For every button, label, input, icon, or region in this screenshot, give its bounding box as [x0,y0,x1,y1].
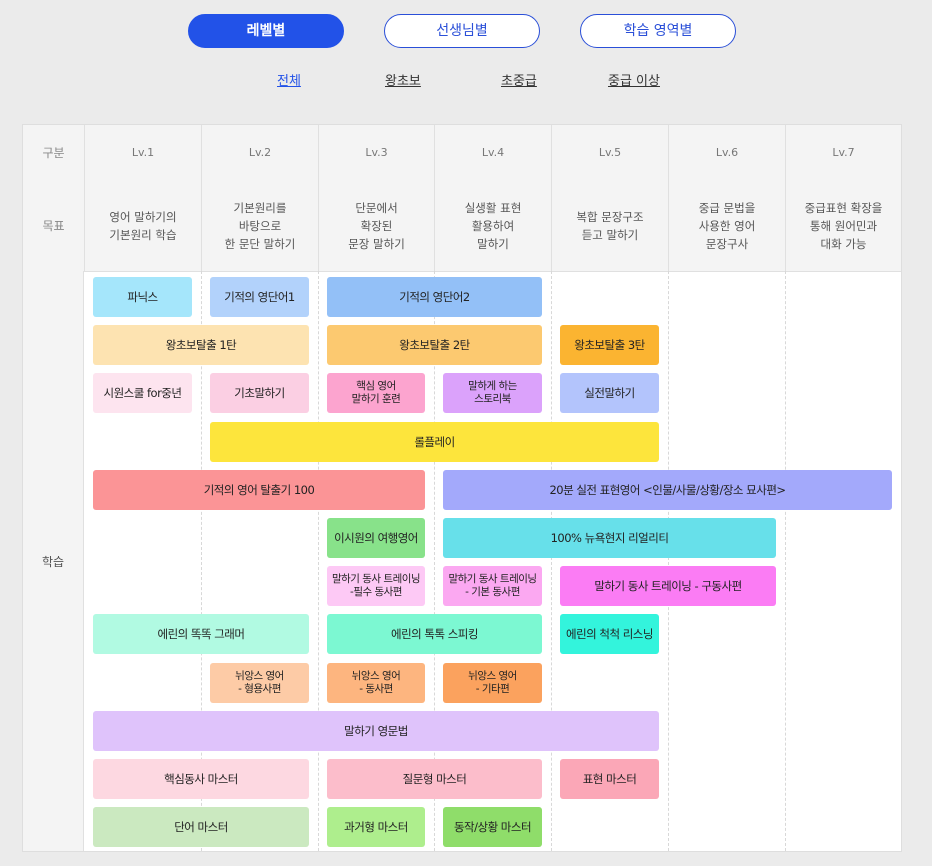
course-bar[interactable]: 에린의 똑똑 그래머 [93,614,309,654]
course-bar[interactable]: 왕초보탈출 2탄 [327,325,542,365]
course-bar[interactable]: 이시원의 여행영어 [327,518,425,558]
course-bar[interactable]: 뉘앙스 영어 - 동사편 [327,663,425,703]
course-bar[interactable]: 핵심동사 마스터 [93,759,309,799]
course-bar[interactable]: 질문형 마스터 [327,759,542,799]
curriculum-table: 구분 Lv.1 Lv.2 Lv.3 Lv.4 Lv.5 Lv.6 Lv.7 목표… [22,124,902,852]
course-bar[interactable]: 시원스쿨 for중년 [93,373,192,413]
course-bar[interactable]: 동작/상황 마스터 [443,807,542,847]
course-bar[interactable]: 에린의 척척 리스닝 [560,614,659,654]
level-tabs: 레벨별 선생님별 학습 영역별 [0,14,932,50]
course-bar[interactable]: 100% 뉴욕현지 리얼리티 [443,518,776,558]
column-divider [318,271,319,851]
goal-cell: 기본원리를 바탕으로 한 문단 말하기 [201,180,318,271]
tab-by-level[interactable]: 레벨별 [188,14,344,48]
course-bar[interactable]: 단어 마스터 [93,807,309,847]
course-bar[interactable]: 롤플레이 [210,422,659,462]
course-bar[interactable]: 말하기 동사 트레이닝 - 구동사편 [560,566,776,606]
level-header: Lv.2 [201,125,318,180]
course-bar[interactable]: 핵심 영어 말하기 훈련 [327,373,425,413]
course-bar[interactable]: 기초말하기 [210,373,309,413]
level-header: Lv.6 [668,125,785,180]
goal-cell: 단문에서 확장된 문장 말하기 [318,180,434,271]
learning-label: 학습 [23,271,84,851]
course-bar[interactable]: 파닉스 [93,277,192,317]
filter-elementary[interactable]: 초중급 [501,70,537,89]
course-bar[interactable]: 에린의 톡톡 스피킹 [327,614,542,654]
level-header: Lv.7 [785,125,901,180]
level-header: Lv.4 [434,125,551,180]
goal-cell: 중급표현 확장을 통해 원어민과 대화 가능 [785,180,901,271]
course-bar[interactable]: 말하기 동사 트레이닝 - 기본 동사편 [443,566,542,606]
level-header-row: 구분 Lv.1 Lv.2 Lv.3 Lv.4 Lv.5 Lv.6 Lv.7 [23,125,901,181]
goal-cell: 영어 말하기의 기본원리 학습 [84,180,201,271]
course-bar[interactable]: 과거형 마스터 [327,807,425,847]
course-bar[interactable]: 기적의 영단어2 [327,277,542,317]
column-divider [668,271,669,851]
level-filter: 전체 왕초보 초중급 중급 이상 [0,70,932,94]
course-bar[interactable]: 기적의 영단어1 [210,277,309,317]
column-divider [551,271,552,851]
course-bar[interactable]: 뉘앙스 영어 - 형용사편 [210,663,309,703]
course-bar[interactable]: 뉘앙스 영어 - 기타편 [443,663,542,703]
goal-cell: 실생활 표현 활용하여 말하기 [434,180,551,271]
filter-intermediate-up[interactable]: 중급 이상 [608,70,660,89]
tab-by-area[interactable]: 학습 영역별 [580,14,736,48]
course-bar[interactable]: 왕초보탈출 1탄 [93,325,309,365]
course-bar[interactable]: 표현 마스터 [560,759,659,799]
goal-label: 목표 [42,218,65,233]
course-bar[interactable]: 실전말하기 [560,373,659,413]
row-header-label: 구분 [42,145,65,160]
course-bar[interactable]: 왕초보탈출 3탄 [560,325,659,365]
level-header: Lv.5 [551,125,668,180]
filter-all[interactable]: 전체 [277,70,301,89]
level-header: Lv.3 [318,125,434,180]
goal-cell: 복합 문장구조 듣고 말하기 [551,180,668,271]
course-bar[interactable]: 말하기 동사 트레이닝 -필수 동사편 [327,566,425,606]
goal-row: 목표 영어 말하기의 기본원리 학습 기본원리를 바탕으로 한 문단 말하기 단… [23,180,901,272]
course-bar[interactable]: 말하게 하는 스토리북 [443,373,542,413]
tab-by-teacher[interactable]: 선생님별 [384,14,540,48]
course-bar[interactable]: 말하기 영문법 [93,711,659,751]
course-bar[interactable]: 기적의 영어 탈출기 100 [93,470,425,510]
level-header: Lv.1 [84,125,201,180]
goal-cell: 중급 문법을 사용한 영어 문장구사 [668,180,785,271]
column-divider [785,271,786,851]
filter-beginner[interactable]: 왕초보 [385,70,421,89]
course-bar[interactable]: 20분 실전 표현영어 <인물/사물/상황/장소 묘사편> [443,470,892,510]
